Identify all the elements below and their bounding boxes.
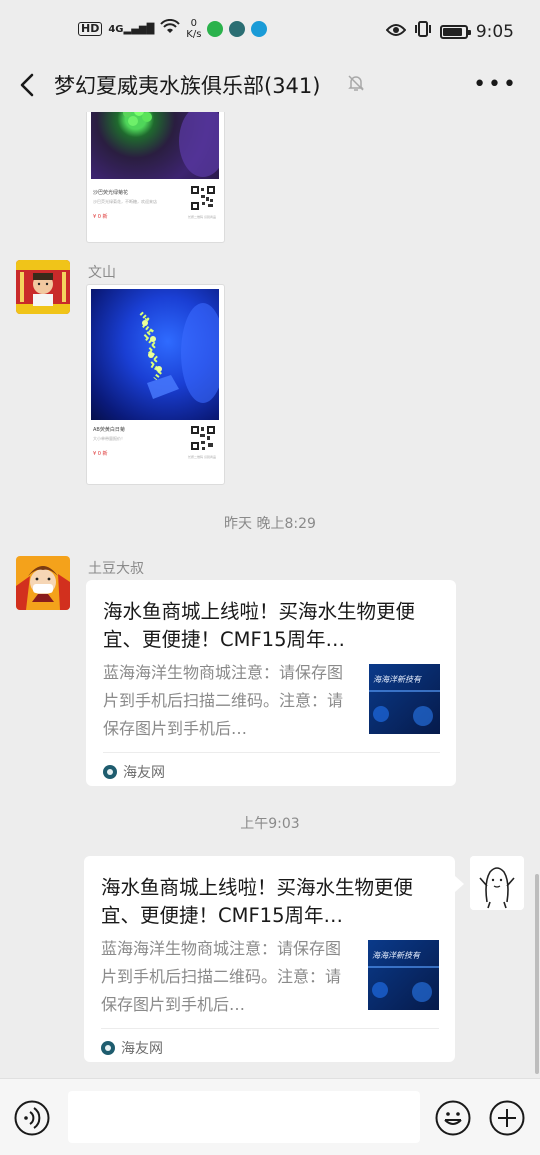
timestamp: 昨天 晚上8:29 [224, 516, 316, 532]
clock: 9:05 [475, 21, 514, 42]
link-description: 蓝海海洋生物商城注意：请保存图片到手机后扫描二维码。注意：请保存图片到手机后… [101, 939, 342, 1014]
signal-icon: ▂▄▆█ [123, 23, 155, 35]
avatar[interactable] [16, 260, 70, 314]
image-message[interactable]: AB荧黄白日菊 大小单带量报价！ ¥ 0 新 长按二维码 识别商品 [86, 284, 225, 485]
scrollbar[interactable] [535, 874, 539, 1074]
bell-muted-icon [346, 73, 366, 93]
status-bar: HD 4G▂▄▆█ 0 K/s 9:05 [0, 0, 540, 58]
coral-photo [91, 289, 224, 420]
image-subcaption: 沙巴荧光绿菊花，不断糖，欢迎来店 [93, 199, 157, 204]
timestamp: 上午9:03 [240, 816, 300, 832]
bubble-tail [455, 876, 464, 892]
input-bar [0, 1078, 540, 1155]
source-name: 海友网 [123, 765, 165, 781]
image-price: ¥ 0 新 [93, 214, 108, 220]
chat-messages[interactable]: 沙巴荧光绿菊花 沙巴荧光绿菊花，不断糖，欢迎来店 ¥ 0 新 长按二维码 识别商… [0, 112, 540, 1078]
link-message[interactable]: 海水鱼商城上线啦！买海水生物更便宜、更便捷！CMF15周年… 蓝海海洋生物商城注… [86, 580, 456, 786]
avatar[interactable] [16, 556, 70, 610]
image-message[interactable]: 沙巴荧光绿菊花 沙巴荧光绿菊花，不断糖，欢迎来店 ¥ 0 新 长按二维码 识别商… [86, 112, 225, 243]
network-speed: 0 K/s [186, 18, 201, 40]
image-price: ¥ 0 新 [93, 451, 108, 457]
link-title: 海水鱼商城上线啦！买海水生物更便宜、更便捷！CMF15周年… [103, 600, 416, 651]
eye-icon [385, 22, 407, 42]
image-caption: 沙巴荧光绿菊花 [93, 190, 129, 196]
qr-note: 长按二维码 识别商品 [188, 455, 216, 459]
image-caption: AB荧黄白日菊 [93, 427, 125, 433]
emoji-icon[interactable] [435, 1100, 471, 1136]
speed-value: 0 [190, 18, 198, 29]
link-message[interactable]: 海水鱼商城上线啦！买海水生物更便宜、更便捷！CMF15周年… 蓝海海洋生物商城注… [84, 856, 455, 1062]
message-input[interactable] [68, 1091, 420, 1143]
network-indicator: 4G▂▄▆█ [108, 24, 154, 35]
thumbnail-text: 海海洋新技有 [373, 675, 421, 684]
link-thumbnail: 海海洋新技有 [369, 664, 440, 734]
link-thumbnail: 海海洋新技有 [368, 940, 439, 1010]
link-description: 蓝海海洋生物商城注意：请保存图片到手机后扫描二维码。注意：请保存图片到手机后… [103, 663, 344, 738]
qr-code-icon [190, 185, 216, 211]
battery-icon [439, 24, 471, 39]
plus-icon[interactable] [489, 1100, 525, 1136]
app-notification-icon [251, 21, 268, 37]
source-name: 海友网 [121, 1041, 163, 1057]
divider [103, 752, 440, 753]
sender-name: 文山 [88, 265, 116, 281]
status-right: 9:05 [385, 20, 514, 43]
image-subcaption: 大小单带量报价！ [93, 436, 125, 441]
source-logo-icon [103, 765, 117, 779]
link-source: 海友网 [101, 1038, 163, 1058]
speed-unit: K/s [186, 29, 202, 40]
hd-indicator: HD [78, 22, 103, 36]
coral-photo [91, 112, 224, 179]
qr-code-icon [190, 425, 216, 451]
qr-note: 长按二维码 识别商品 [188, 215, 216, 219]
back-chevron-icon[interactable] [14, 70, 42, 100]
link-title: 海水鱼商城上线啦！买海水生物更便宜、更便捷！CMF15周年… [101, 876, 414, 927]
vibrate-icon [414, 20, 432, 43]
app-notification-icon [207, 21, 224, 37]
avatar[interactable] [470, 856, 524, 910]
chat-header: 梦幻夏威夷水族俱乐部(341) ••• [0, 58, 540, 112]
chat-title: 梦幻夏威夷水族俱乐部(341) [54, 74, 321, 98]
divider [101, 1028, 439, 1029]
network-type: 4G [108, 23, 124, 35]
more-dots-icon[interactable]: ••• [473, 74, 518, 96]
battery-level [442, 27, 462, 36]
thumbnail-text: 海海洋新技有 [372, 951, 420, 960]
source-logo-icon [101, 1041, 115, 1055]
wifi-icon [160, 18, 181, 39]
sender-name: 土豆大叔 [88, 561, 144, 577]
link-source: 海友网 [103, 762, 165, 782]
status-left: HD 4G▂▄▆█ 0 K/s [78, 18, 268, 40]
app-notification-icon [229, 21, 246, 37]
voice-icon[interactable] [14, 1100, 50, 1136]
